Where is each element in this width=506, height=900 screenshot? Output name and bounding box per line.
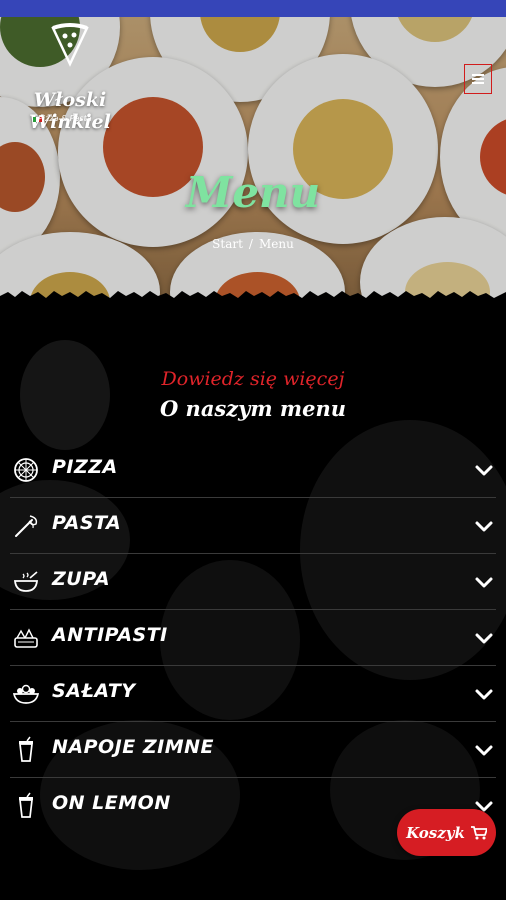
chevron-down-icon[interactable] bbox=[474, 740, 494, 760]
category-label: PIZZA bbox=[52, 456, 118, 478]
category-napoje-zimne[interactable]: NAPOJE ZIMNE bbox=[10, 722, 496, 778]
category-label: PASTA bbox=[52, 512, 122, 534]
lemonade-icon bbox=[19, 792, 33, 818]
breadcrumb: Start / Menu bbox=[0, 237, 506, 251]
category-label: SAŁATY bbox=[52, 680, 136, 702]
pizza-slice-icon bbox=[51, 23, 89, 67]
category-pasta[interactable]: PASTA bbox=[10, 498, 496, 554]
chevron-down-icon[interactable] bbox=[474, 684, 494, 704]
page-title: Menu bbox=[185, 168, 321, 217]
pizza-icon bbox=[14, 458, 38, 482]
breadcrumb-current: Menu bbox=[258, 237, 294, 251]
brand-tagline: Pizza & Pasta bbox=[38, 114, 92, 123]
chevron-down-icon[interactable] bbox=[474, 628, 494, 648]
brand-name: Włoski Winkiel bbox=[29, 89, 111, 133]
soup-icon bbox=[14, 571, 38, 592]
chevron-down-icon[interactable] bbox=[474, 572, 494, 592]
category-label: ON LEMON bbox=[52, 792, 171, 814]
cart-label: Koszyk bbox=[406, 823, 465, 842]
menu-toggle-button[interactable] bbox=[464, 64, 492, 94]
breadcrumb-separator: / bbox=[248, 237, 253, 251]
category-antipasti[interactable]: ANTIPASTI bbox=[10, 610, 496, 666]
cart-icon bbox=[470, 825, 487, 839]
chevron-down-icon[interactable] bbox=[474, 460, 494, 480]
breadcrumb-home-link[interactable]: Start bbox=[212, 237, 243, 251]
cart-button[interactable]: Koszyk bbox=[397, 809, 496, 856]
pasta-icon bbox=[15, 515, 38, 537]
section-subtitle: Dowiedz się więcej bbox=[161, 368, 345, 390]
category-pizza[interactable]: PIZZA bbox=[10, 442, 496, 498]
chevron-down-icon[interactable] bbox=[474, 516, 494, 536]
status-bar bbox=[0, 0, 506, 17]
category-label: ANTIPASTI bbox=[52, 624, 168, 646]
section-title: O naszym menu bbox=[159, 396, 347, 421]
brand-logo[interactable]: Włoski Winkiel Pizza & Pasta bbox=[10, 22, 130, 133]
hamburger-icon bbox=[472, 74, 484, 84]
category-label: ZUPA bbox=[52, 568, 111, 590]
category-label: NAPOJE ZIMNE bbox=[52, 736, 214, 758]
category-zupa[interactable]: ZUPA bbox=[10, 554, 496, 610]
category-salaty[interactable]: SAŁATY bbox=[10, 666, 496, 722]
cold-drink-icon bbox=[19, 736, 33, 762]
salad-icon bbox=[12, 684, 40, 704]
antipasti-icon bbox=[14, 628, 38, 648]
